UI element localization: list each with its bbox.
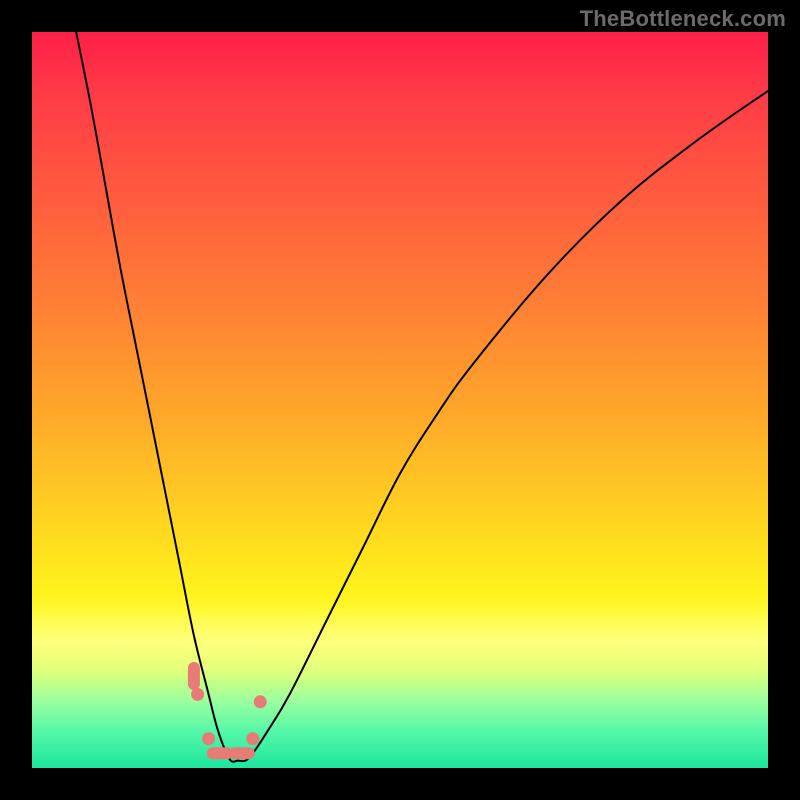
curve-marker: [247, 733, 259, 745]
curve-marker: [254, 696, 266, 708]
chart-frame: TheBottleneck.com: [0, 0, 800, 800]
curve-marker: [192, 688, 204, 700]
watermark-text: TheBottleneck.com: [580, 6, 786, 32]
curve-path: [76, 32, 768, 762]
curve-marker: [188, 662, 200, 690]
marker-layer: [188, 662, 266, 759]
curve-marker: [229, 747, 255, 759]
curve-marker: [203, 733, 215, 745]
plot-area: [32, 32, 768, 768]
bottleneck-curve: [32, 32, 768, 768]
